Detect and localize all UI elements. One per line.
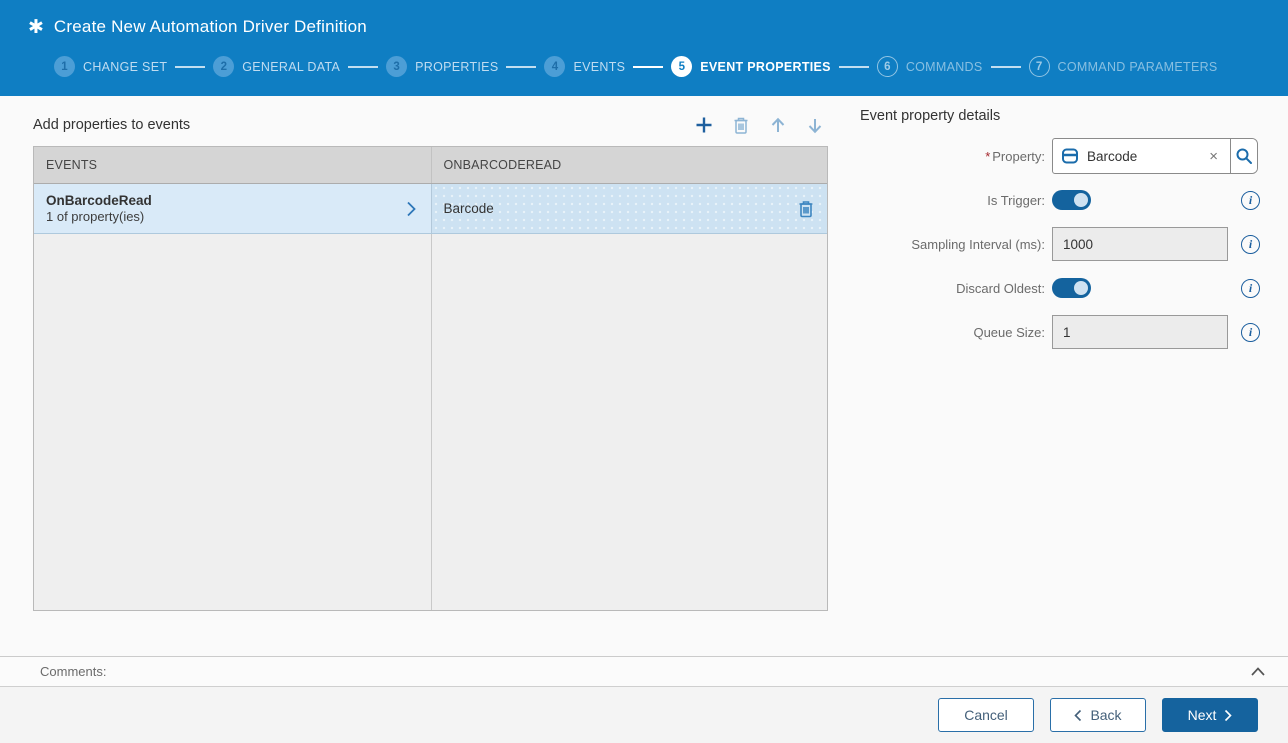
next-button[interactable]: Next: [1162, 698, 1258, 732]
chevron-up-icon: [1251, 667, 1265, 676]
is-trigger-row: Is Trigger: i: [860, 182, 1260, 218]
trash-icon[interactable]: [797, 199, 815, 219]
chevron-right-icon[interactable]: [403, 199, 419, 219]
chevron-left-icon: [1074, 709, 1082, 721]
step-connector: [633, 65, 664, 68]
column-header-events: EVENTS: [46, 158, 98, 172]
events-properties-table: EVENTS ONBARCODEREAD OnBarcodeRead 1 of …: [33, 146, 828, 611]
event-property-details-panel: Event property details * Property: Barcod…: [860, 108, 1260, 358]
discard-oldest-toggle[interactable]: [1052, 278, 1091, 298]
page-title: Create New Automation Driver Definition: [53, 17, 367, 36]
event-name: OnBarcodeRead: [46, 193, 152, 208]
property-label: * Property:: [985, 148, 1045, 164]
plus-icon: [696, 117, 712, 133]
property-cell[interactable]: Barcode: [430, 184, 827, 233]
sampling-interval-row: Sampling Interval (ms): i: [860, 226, 1260, 262]
step-event-properties[interactable]: 5 EVENT PROPERTIES: [671, 56, 831, 77]
back-button[interactable]: Back: [1050, 698, 1146, 732]
queue-size-row: Queue Size: i: [860, 314, 1260, 350]
search-icon: [1236, 148, 1252, 164]
is-trigger-label: Is Trigger:: [987, 192, 1045, 208]
is-trigger-toggle[interactable]: [1052, 190, 1091, 210]
add-property-button[interactable]: [693, 114, 715, 136]
info-icon[interactable]: i: [1241, 322, 1260, 342]
add-properties-title: Add properties to events: [33, 117, 191, 133]
property-box-icon: [1062, 148, 1078, 164]
required-marker: *: [985, 148, 991, 164]
clear-icon[interactable]: ×: [1205, 148, 1222, 165]
property-picker[interactable]: Barcode ×: [1052, 138, 1258, 174]
info-icon[interactable]: i: [1241, 190, 1260, 210]
arrow-down-icon: [808, 118, 822, 133]
property-name: Barcode: [443, 201, 494, 216]
property-field-row: * Property: Barcode ×: [860, 138, 1260, 174]
step-connector: [348, 65, 379, 68]
trash-icon: [734, 117, 748, 134]
step-connector: [838, 65, 869, 68]
main-content: Add properties to events EVENTS ONBARCOD…: [0, 96, 1288, 656]
asterisk-icon: ✱: [28, 16, 44, 38]
discard-oldest-row: Discard Oldest: i: [860, 270, 1260, 306]
table-header-row: EVENTS ONBARCODEREAD: [34, 147, 827, 184]
arrow-up-icon: [771, 117, 785, 132]
step-connector: [506, 65, 537, 68]
step-events[interactable]: 4 EVENTS: [544, 56, 625, 77]
cancel-label: Cancel: [964, 707, 1008, 723]
back-label: Back: [1090, 707, 1122, 723]
chevron-right-icon: [1225, 709, 1233, 721]
step-commands[interactable]: 6 COMMANDS: [876, 56, 983, 77]
queue-size-label: Queue Size:: [973, 324, 1045, 340]
step-connector: [990, 65, 1021, 68]
delete-property-button[interactable]: [730, 114, 752, 136]
info-icon[interactable]: i: [1241, 278, 1260, 298]
step-general-data[interactable]: 2 GENERAL DATA: [213, 56, 340, 77]
table-empty-area: [34, 234, 827, 610]
move-up-button[interactable]: [767, 114, 789, 136]
step-connector: [175, 65, 206, 68]
wizard-footer: Cancel Back Next: [0, 687, 1288, 743]
comments-label: Comments:: [40, 664, 107, 679]
events-properties-panel: Add properties to events EVENTS ONBARCOD…: [33, 108, 828, 611]
cancel-button[interactable]: Cancel: [938, 698, 1034, 732]
sampling-interval-input[interactable]: [1052, 227, 1228, 261]
queue-size-input[interactable]: [1052, 315, 1228, 349]
info-icon[interactable]: i: [1241, 234, 1260, 254]
event-property-count: 1 of property(ies): [46, 209, 145, 224]
column-header-onbarcoderead: ONBARCODEREAD: [430, 147, 828, 183]
move-down-button[interactable]: [804, 114, 826, 136]
event-cell[interactable]: OnBarcodeRead 1 of property(ies): [34, 184, 431, 233]
comments-section: Comments:: [0, 656, 1288, 687]
property-value: Barcode: [1087, 148, 1138, 164]
step-properties[interactable]: 3 PROPERTIES: [386, 56, 498, 77]
table-row: OnBarcodeRead 1 of property(ies) Barcode: [34, 184, 827, 234]
step-command-parameters[interactable]: 7 COMMAND PARAMETERS: [1028, 56, 1218, 77]
step-change-set[interactable]: 1 CHANGE SET: [54, 56, 167, 77]
next-label: Next: [1187, 707, 1217, 723]
wizard-header: ✱ Create New Automation Driver Definitio…: [0, 0, 1288, 96]
collapse-comments-button[interactable]: [1248, 664, 1268, 679]
sampling-interval-label: Sampling Interval (ms):: [911, 236, 1045, 252]
discard-oldest-label: Discard Oldest:: [956, 280, 1045, 296]
search-button[interactable]: [1230, 139, 1257, 173]
table-toolbar: [693, 114, 828, 136]
wizard-stepper: 1 CHANGE SET 2 GENERAL DATA 3 PROPERTIES…: [54, 56, 1288, 77]
details-title: Event property details: [860, 108, 1001, 124]
